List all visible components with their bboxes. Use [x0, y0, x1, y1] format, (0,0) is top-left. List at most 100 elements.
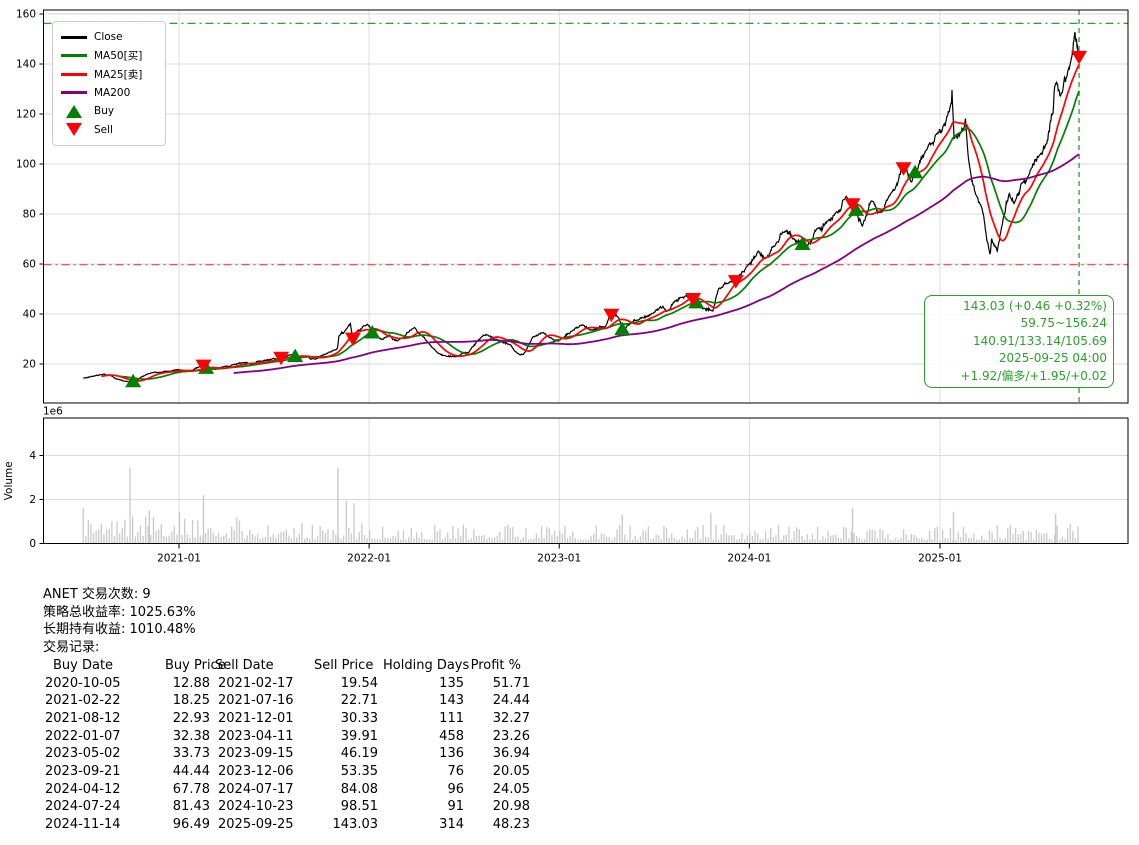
table-cell: 2023-09-15	[218, 746, 294, 762]
table-cell: 24.44	[492, 693, 530, 709]
x-tick-label: 2023-01	[537, 553, 581, 565]
table-cell: 84.08	[340, 781, 378, 797]
table-cell: 51.71	[492, 675, 530, 691]
table-cell: 20.98	[492, 799, 530, 815]
price-y-tick-label: 140	[16, 59, 36, 71]
table-cell: 143	[439, 693, 464, 709]
volume-axis-label: Volume	[3, 461, 15, 500]
gridlines	[43, 10, 1128, 544]
axes: 20 40 60 80 100 120 140 160 0 2 4 2021-01 2022-01 202…	[3, 9, 1129, 565]
col-header-sell-date: Sell Date	[215, 657, 274, 673]
table-cell: 458	[439, 728, 464, 744]
table-body: 2020-10-05 12.88 2021-02-17 19.54 135 51.71 20…	[43, 675, 535, 834]
table-cell: 98.51	[340, 799, 378, 815]
col-header-sell-price: Sell Price	[314, 657, 374, 673]
legend-item-ma200: MA200	[61, 84, 157, 103]
close-line-swatch	[61, 35, 87, 39]
x-tick-label: 2021-01	[157, 553, 201, 565]
table-cell: 2024-07-17	[218, 781, 294, 797]
ma25-line-swatch	[61, 72, 87, 76]
table-row: 2021-08-12 22.93 2021-12-01 30.33 111 32.27	[43, 710, 535, 728]
legend-label-ma50: MA50[买]	[94, 50, 143, 63]
x-tick-label: 2025-01	[918, 553, 962, 565]
price-y-tick-label: 60	[23, 259, 36, 271]
table-row: 2020-10-05 12.88 2021-02-17 19.54 135 51.71	[43, 675, 535, 693]
col-header-holding-days: Holding Days	[383, 657, 470, 673]
table-cell: 81.43	[172, 799, 210, 815]
table-cell: 2021-08-12	[45, 710, 121, 726]
table-cell: 2025-09-25	[218, 817, 294, 833]
buy-triangle-icon	[61, 104, 87, 118]
table-row: 2022-01-07 32.38 2023-04-11 39.91 458 23.26	[43, 728, 535, 746]
figure: 20 40 60 80 100 120 140 160 0 2 4 2021-01 2022-01 202…	[0, 0, 1139, 845]
table-cell: 2023-09-21	[45, 764, 121, 780]
table-cell: 2020-10-05	[45, 675, 121, 691]
col-header-profit: Profit %	[470, 657, 521, 673]
sell-marker	[895, 162, 912, 176]
table-cell: 2023-05-02	[45, 746, 121, 762]
volume-y-tick-label: 2	[29, 494, 36, 506]
table-cell: 2024-11-14	[45, 817, 121, 833]
table-row: 2024-07-24 81.43 2024-10-23 98.51 91 20.98	[43, 798, 535, 816]
table-cell: 24.05	[492, 781, 530, 797]
legend-item-ma50: MA50[买]	[61, 47, 157, 66]
stat-hold-return: 长期持有收益: 1010.48%	[43, 622, 196, 638]
table-cell: 111	[439, 710, 464, 726]
legend-item-close: Close	[61, 28, 157, 47]
volume-scale-label: 1e6	[43, 406, 63, 418]
table-cell: 2021-02-17	[218, 675, 294, 691]
price-y-tick-label: 100	[16, 159, 36, 171]
x-tick-label: 2024-01	[727, 553, 771, 565]
table-cell: 23.26	[492, 728, 530, 744]
table-cell: 30.33	[340, 710, 378, 726]
table-cell: 19.54	[340, 675, 378, 691]
table-cell: 96	[447, 781, 464, 797]
volume-bars	[82, 467, 1079, 544]
table-cell: 33.73	[172, 746, 210, 762]
ma200-line-swatch	[61, 91, 87, 95]
price-y-tick-label: 80	[23, 209, 36, 221]
annotation-signal: +1.92/偏多/+1.95/+0.02	[960, 368, 1107, 383]
table-row: 2024-11-14 96.49 2025-09-25 143.03 314 48.23	[43, 816, 535, 834]
trade-record-title: 交易记录:	[43, 640, 100, 656]
table-cell: 18.25	[172, 693, 210, 709]
price-y-tick-label: 120	[16, 109, 36, 121]
table-cell: 2021-02-22	[45, 693, 121, 709]
table-cell: 76	[447, 764, 464, 780]
table-cell: 96.49	[172, 817, 210, 833]
table-cell: 39.91	[340, 728, 378, 744]
table-cell: 53.35	[340, 764, 378, 780]
table-cell: 136	[439, 746, 464, 762]
table-cell: 135	[439, 675, 464, 691]
table-cell: 20.05	[492, 764, 530, 780]
table-cell: 48.23	[492, 817, 530, 833]
table-cell: 314	[439, 817, 464, 833]
annotation-last-price: 143.03 (+0.46 +0.32%)	[963, 299, 1107, 313]
table-cell: 44.44	[172, 764, 210, 780]
table-row: 2024-04-12 67.78 2024-07-17 84.08 96 24.05	[43, 781, 535, 799]
table-cell: 12.88	[172, 675, 210, 691]
table-cell: 2024-07-24	[45, 799, 121, 815]
table-row: 2021-02-22 18.25 2021-07-16 22.71 143 24.44	[43, 692, 535, 710]
table-cell: 22.71	[340, 693, 378, 709]
buy-marker	[364, 325, 381, 339]
table-cell: 32.27	[492, 710, 530, 726]
price-y-tick-label: 160	[16, 9, 36, 21]
table-cell: 32.38	[172, 728, 210, 744]
table-cell: 2024-10-23	[218, 799, 294, 815]
stat-strategy-return: 策略总收益率: 1025.63%	[43, 604, 196, 620]
legend-item-ma25: MA25[卖]	[61, 65, 157, 84]
volume-y-tick-label: 4	[29, 450, 36, 462]
table-cell: 2022-01-07	[45, 728, 121, 744]
table-row: 2023-05-02 33.73 2023-09-15 46.19 136 36.94	[43, 745, 535, 763]
legend-label-ma25: MA25[卖]	[94, 68, 143, 81]
ma50-line-swatch	[61, 54, 87, 58]
table-cell: 2023-04-11	[218, 728, 294, 744]
table-cell: 2021-12-01	[218, 710, 294, 726]
legend-item-sell: Sell	[61, 121, 157, 140]
table-cell: 2024-04-12	[45, 781, 121, 797]
col-header-buy-date: Buy Date	[53, 657, 114, 673]
table-cell: 91	[447, 799, 464, 815]
table-cell: 2023-12-06	[218, 764, 294, 780]
legend-label-buy: Buy	[94, 105, 115, 118]
